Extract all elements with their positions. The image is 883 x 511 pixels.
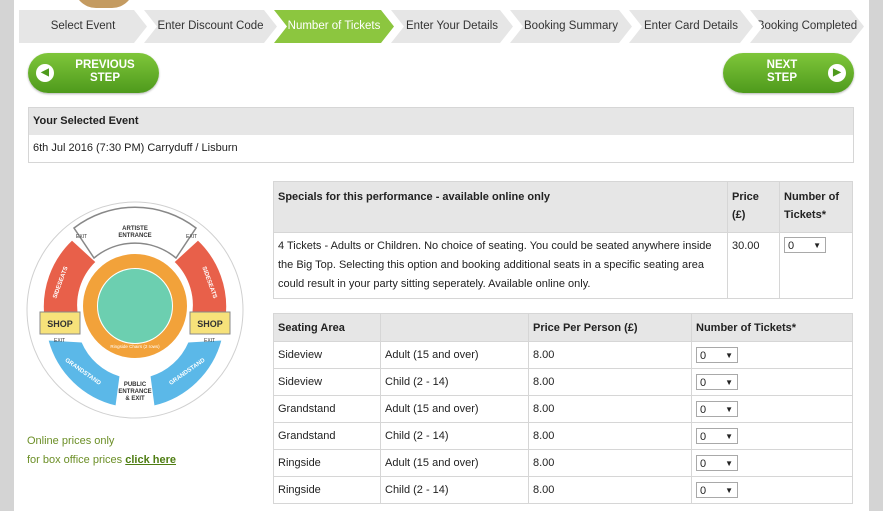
table-row: Ringside Child (2 - 14) 8.00 0 ▼	[273, 476, 853, 504]
previous-step-label: PREVIOUS STEP	[75, 59, 135, 84]
ticket-type-cell: Adult (15 and over)	[380, 449, 529, 477]
qty-select[interactable]: 0 ▼	[696, 428, 738, 444]
selected-event-details: 6th Jul 2016 (7:30 PM) Carryduff / Lisbu…	[33, 142, 238, 154]
selected-event-heading: Your Selected Event	[29, 108, 853, 135]
chevron-down-icon: ▼	[725, 486, 733, 495]
arrow-left-icon: ◀	[36, 64, 54, 82]
qty-cell: 0 ▼	[691, 368, 853, 396]
step-booking-completed[interactable]: Booking Completed	[750, 10, 864, 43]
table-row: Sideview Child (2 - 14) 8.00 0 ▼	[273, 368, 853, 396]
online-prices-note: Online prices only	[27, 435, 115, 447]
chevron-down-icon: ▼	[813, 241, 821, 250]
svg-text:EXIT: EXIT	[204, 338, 215, 344]
price-cell: 8.00	[528, 368, 692, 396]
box-office-note: for box office prices click here	[27, 454, 177, 466]
price-cell: 8.00	[528, 449, 692, 477]
page: Select Event Enter Discount Code Number …	[14, 0, 869, 511]
qty-select[interactable]: 0 ▼	[696, 347, 738, 363]
seating-area-cell: Grandstand	[273, 422, 381, 450]
previous-step-button[interactable]: ◀ PREVIOUS STEP	[28, 53, 159, 93]
seating-area-cell: Sideview	[273, 368, 381, 396]
qty-select[interactable]: 0 ▼	[696, 374, 738, 390]
ticket-type-cell: Adult (15 and over)	[380, 341, 529, 369]
specials-table: Specials for this performance - availabl…	[273, 181, 853, 299]
seating-map: ARTISTE ENTRANCE SHOP SHOP PUBLIC ENTRANCE…	[26, 201, 244, 419]
table-row: Ringside Adult (15 and over) 8.00 0 ▼	[273, 449, 853, 477]
price-cell: 8.00	[528, 395, 692, 423]
step-enter-your-details[interactable]: Enter Your Details	[391, 10, 513, 43]
table-row: Sideview Adult (15 and over) 8.00 0 ▼	[273, 341, 853, 369]
svg-text:SHOP: SHOP	[47, 319, 73, 329]
artiste-entrance-label: ARTISTE ENTRANCE	[118, 226, 151, 239]
qty-cell: 0 ▼	[691, 449, 853, 477]
qty-cell: 0 ▼	[691, 422, 853, 450]
svg-text:EXIT: EXIT	[186, 234, 197, 240]
area-number-of-tickets-header: Number of Tickets*	[691, 313, 853, 342]
seating-area-header: Seating Area	[273, 313, 381, 342]
special-offer-qty-select[interactable]: 0 ▼	[784, 237, 826, 253]
logo	[74, 0, 134, 8]
special-offer-description: 4 Tickets - Adults or Children. No choic…	[273, 232, 728, 299]
price-cell: 8.00	[528, 422, 692, 450]
ticket-type-cell: Adult (15 and over)	[380, 395, 529, 423]
step-select-event[interactable]: Select Event	[19, 10, 147, 43]
seating-areas-table: Seating Area Price Per Person (£) Number…	[273, 313, 853, 504]
specials-header: Specials for this performance - availabl…	[273, 181, 728, 233]
special-offer-qty-cell: 0 ▼	[779, 232, 853, 299]
qty-cell: 0 ▼	[691, 476, 853, 504]
ticket-type-header	[380, 313, 529, 342]
price-cell: 8.00	[528, 476, 692, 504]
progress-steps: Select Event Enter Discount Code Number …	[19, 10, 864, 43]
qty-select[interactable]: 0 ▼	[696, 482, 738, 498]
chevron-down-icon: ▼	[725, 459, 733, 468]
ticket-type-cell: Child (2 - 14)	[380, 476, 529, 504]
arrow-right-icon: ▶	[828, 64, 846, 82]
chevron-down-icon: ▼	[725, 432, 733, 441]
step-booking-summary[interactable]: Booking Summary	[510, 10, 632, 43]
qty-cell: 0 ▼	[691, 395, 853, 423]
chevron-down-icon: ▼	[725, 351, 733, 360]
box-office-prices-link[interactable]: click here	[125, 454, 176, 466]
price-notes: Online prices only for box office prices…	[27, 432, 176, 470]
seating-area-cell: Grandstand	[273, 395, 381, 423]
step-enter-card-details[interactable]: Enter Card Details	[629, 10, 753, 43]
ring-center	[98, 269, 172, 343]
svg-text:Ringside Chairs (2 rows): Ringside Chairs (2 rows)	[110, 344, 160, 349]
price-header: Price (£)	[727, 181, 780, 233]
table-row: Grandstand Child (2 - 14) 8.00 0 ▼	[273, 422, 853, 450]
seating-area-cell: Ringside	[273, 476, 381, 504]
price-cell: 8.00	[528, 341, 692, 369]
chevron-down-icon: ▼	[725, 405, 733, 414]
svg-text:EXIT: EXIT	[76, 234, 87, 240]
next-step-label: NEXT STEP	[766, 59, 798, 84]
price-per-person-header: Price Per Person (£)	[528, 313, 692, 342]
seating-area-cell: Ringside	[273, 449, 381, 477]
number-of-tickets-header: Number of Tickets*	[779, 181, 853, 233]
qty-select[interactable]: 0 ▼	[696, 455, 738, 471]
selected-event-panel: Your Selected Event 6th Jul 2016 (7:30 P…	[28, 107, 854, 163]
seating-area-cell: Sideview	[273, 341, 381, 369]
qty-cell: 0 ▼	[691, 341, 853, 369]
svg-text:SHOP: SHOP	[197, 319, 223, 329]
special-offer-price: 30.00	[727, 232, 780, 299]
next-step-button[interactable]: NEXT STEP ▶	[723, 53, 854, 93]
ticket-type-cell: Child (2 - 14)	[380, 368, 529, 396]
step-number-of-tickets[interactable]: Number of Tickets	[274, 10, 394, 43]
table-row: Grandstand Adult (15 and over) 8.00 0 ▼	[273, 395, 853, 423]
chevron-down-icon: ▼	[725, 378, 733, 387]
svg-text:EXIT: EXIT	[54, 338, 65, 344]
qty-select[interactable]: 0 ▼	[696, 401, 738, 417]
ticket-type-cell: Child (2 - 14)	[380, 422, 529, 450]
step-enter-discount-code[interactable]: Enter Discount Code	[144, 10, 277, 43]
